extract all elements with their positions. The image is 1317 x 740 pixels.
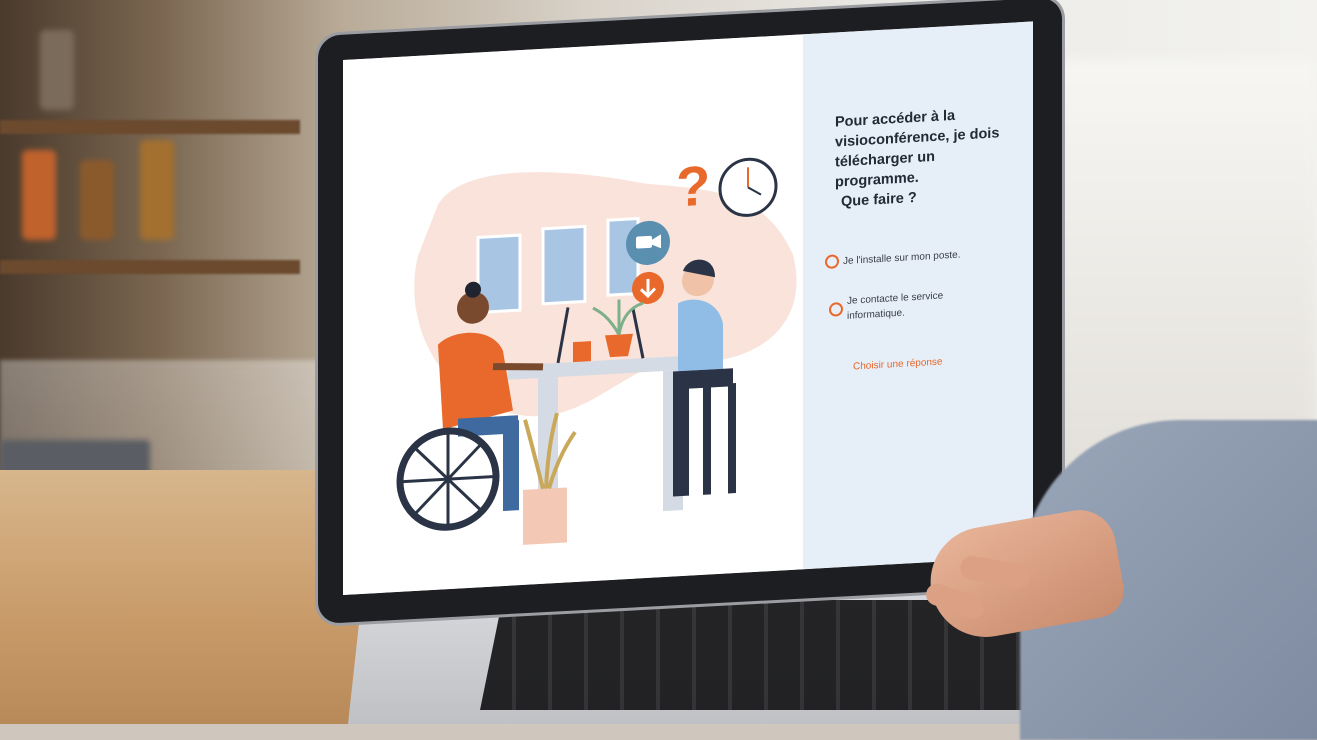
background-shelf (0, 120, 300, 134)
question-mark-icon: ? (676, 154, 710, 219)
background-jar (40, 30, 74, 110)
illustration-pane: ? (343, 34, 803, 595)
background-jar (140, 140, 174, 240)
choose-answer-button[interactable]: Choisir une réponse (853, 356, 943, 372)
quiz-panel: Pour accéder à la visioconférence, je do… (803, 21, 1033, 570)
quiz-option-install[interactable]: Je l'installe sur mon poste. (825, 247, 961, 270)
quiz-option-label: Je l'installe sur mon poste. (843, 249, 961, 268)
cup (573, 341, 591, 363)
background-jar (80, 160, 114, 240)
video-call-illustration: ? (396, 154, 797, 545)
quiz-option-contact-it[interactable]: Je contacte le service informatique. (829, 288, 943, 324)
radio-button-icon[interactable] (825, 254, 839, 270)
radio-button-icon[interactable] (829, 302, 843, 317)
clock-icon (718, 157, 778, 217)
window-shape (541, 224, 587, 306)
background-jar (22, 150, 56, 240)
quiz-question: Pour accéder à la visioconférence, je do… (835, 102, 1015, 212)
wheelchair-icon (396, 427, 500, 531)
laptop-screen: ? Pour accéder à la visioconférence, je … (343, 21, 1033, 595)
background-shelf (0, 260, 300, 274)
background-window-light (1040, 60, 1317, 480)
front-plant-pot (523, 487, 567, 545)
